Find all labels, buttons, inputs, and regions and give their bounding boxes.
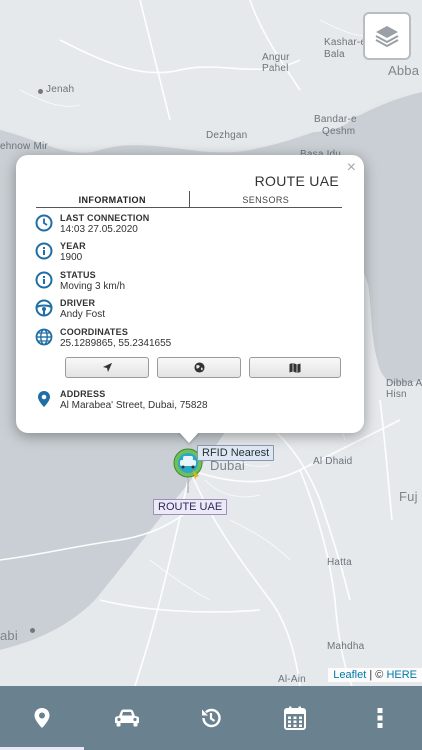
- car-icon: [114, 709, 139, 727]
- vehicle-info-popup: × ROUTE UAE INFORMATION SENSORS LAST CON…: [16, 155, 364, 433]
- map-label: Hisn: [386, 389, 407, 400]
- map-label: Al-Ain: [278, 674, 306, 685]
- field-status: STATUS Moving 3 km/h: [35, 270, 125, 293]
- field-driver: DRIVER Andy Fost: [35, 298, 105, 321]
- tab-sensors[interactable]: SENSORS: [190, 191, 343, 207]
- map-pin-icon: [34, 708, 50, 728]
- field-value: Andy Fost: [60, 309, 106, 320]
- calendar-icon: [284, 706, 307, 730]
- map-label: Mahdha: [327, 641, 365, 652]
- map-label: Bandar-e: [314, 114, 357, 125]
- close-icon[interactable]: ×: [347, 160, 356, 176]
- map-label: Qeshm: [322, 126, 356, 137]
- field-label: STATUS: [60, 270, 96, 280]
- map-label: ehnow Mir: [0, 141, 48, 152]
- field-label: DRIVER: [60, 298, 96, 308]
- popup-action-bar: [65, 357, 341, 378]
- layers-button[interactable]: [363, 12, 411, 60]
- nav-history[interactable]: [169, 686, 253, 750]
- field-value: Moving 3 km/h: [60, 281, 126, 292]
- map-label: Dezhgan: [206, 130, 248, 141]
- field-address: ADDRESS Al Marabea' Street, Dubai, 75828: [35, 389, 208, 412]
- city-dot: [30, 628, 35, 633]
- map-icon: [289, 362, 301, 373]
- map-pin-icon: [38, 391, 50, 407]
- map-label: Angur: [262, 52, 290, 63]
- nav-vehicles[interactable]: [84, 686, 168, 750]
- field-label: ADDRESS: [60, 389, 106, 399]
- clock-icon: [35, 214, 53, 232]
- popup-tip: [178, 431, 200, 443]
- map-label: Fuj: [399, 489, 418, 504]
- map-label: Jenah: [46, 84, 75, 95]
- history-icon: [202, 708, 221, 728]
- rfid-nearest-tag[interactable]: RFID Nearest: [197, 445, 275, 461]
- field-value: 14:03 27.05.2020: [60, 224, 138, 235]
- nav-map[interactable]: [0, 686, 85, 750]
- leaflet-link[interactable]: Leaflet: [333, 669, 366, 681]
- map-label: Hatta: [327, 557, 352, 568]
- globe-button[interactable]: [157, 357, 241, 378]
- attribution-separator: | ©: [366, 669, 387, 681]
- navigate-button[interactable]: [65, 357, 149, 378]
- map-label: Bala: [324, 49, 345, 60]
- field-value: Al Marabea' Street, Dubai, 75828: [60, 400, 208, 411]
- field-last-connection: LAST CONNECTION 14:03 27.05.2020: [35, 213, 150, 236]
- map-attribution: Leaflet | © HERE: [328, 668, 422, 682]
- city-dot: [38, 89, 43, 94]
- popup-tabs: INFORMATION SENSORS: [36, 191, 342, 208]
- info-icon: [35, 271, 53, 289]
- map-button[interactable]: [249, 357, 341, 378]
- map-label: Al Dhaid: [313, 456, 353, 467]
- bottom-navbar: [0, 686, 422, 750]
- field-year: YEAR 1900: [35, 241, 86, 264]
- field-label: COORDINATES: [60, 327, 129, 337]
- field-value: 1900: [60, 252, 83, 263]
- navigate-arrow-icon: [102, 362, 112, 373]
- tab-information[interactable]: INFORMATION: [36, 191, 190, 207]
- popup-title: ROUTE UAE: [254, 173, 339, 189]
- field-label: YEAR: [60, 241, 86, 251]
- globe-icon: [193, 362, 205, 373]
- map-label: Dibba Al: [386, 378, 422, 389]
- here-link[interactable]: HERE: [386, 669, 417, 681]
- nav-more[interactable]: [338, 686, 422, 750]
- more-vertical-icon: [377, 708, 383, 728]
- map-label: Kashar-e: [324, 37, 367, 48]
- steering-wheel-icon: [35, 299, 53, 317]
- map-label: Pahel: [262, 63, 289, 74]
- layers-icon: [375, 26, 399, 48]
- route-tag[interactable]: ROUTE UAE: [153, 499, 228, 515]
- map-label: abi: [0, 628, 18, 643]
- field-label: LAST CONNECTION: [60, 213, 150, 223]
- field-value: 25.1289865, 55.2341655: [60, 338, 172, 349]
- field-coordinates: COORDINATES 25.1289865, 55.2341655: [35, 327, 171, 350]
- info-icon: [35, 242, 53, 260]
- nav-calendar[interactable]: [253, 686, 337, 750]
- globe-icon: [35, 328, 53, 346]
- map-label: Abba: [388, 63, 420, 78]
